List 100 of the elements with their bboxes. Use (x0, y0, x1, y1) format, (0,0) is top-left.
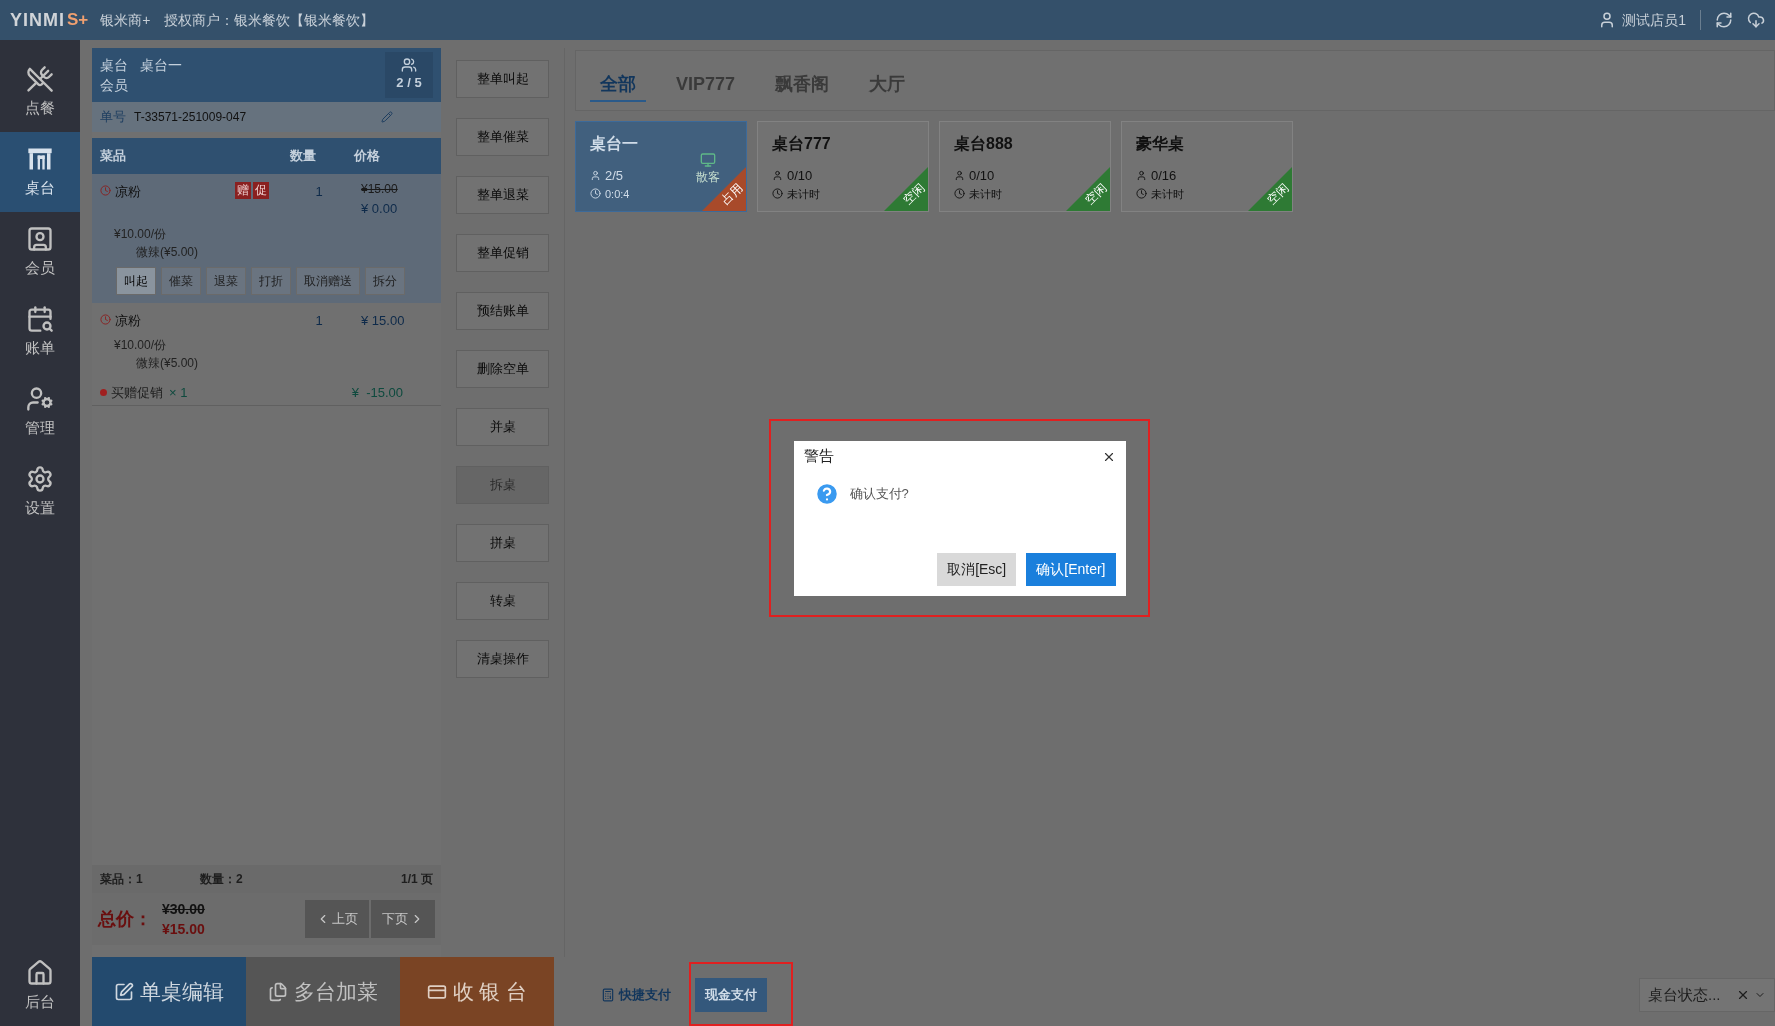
table-card[interactable]: 桌台一 2/5 0:0:4 散客 占用 (575, 121, 747, 212)
member-card-icon (26, 224, 54, 253)
unit-price: ¥10.00/份 (114, 337, 167, 354)
payment-method-button[interactable]: 现金支付 (695, 978, 767, 1012)
order-action-button[interactable]: 预结账单 (456, 292, 549, 330)
order-action-button[interactable]: 整单叫起 (456, 60, 549, 98)
seat-count: 0/16 (1151, 167, 1177, 185)
table-timer: 未计时 (787, 186, 820, 202)
person-icon (954, 170, 965, 182)
pin-icon (100, 389, 107, 396)
logo: YINMI (10, 8, 65, 32)
table-timer: 未计时 (969, 186, 1002, 202)
status-filter-select[interactable]: 桌台状态... (1639, 978, 1775, 1012)
dish-name: 凉粉 (115, 311, 142, 330)
confirm-button[interactable]: 确认[Enter] (1026, 552, 1116, 586)
register-icon (601, 988, 615, 1002)
dish-price: ¥ 0.00 (361, 200, 398, 218)
dish-price: ¥ 15.00 (361, 311, 405, 330)
order-action-button[interactable]: 整单退菜 (456, 176, 549, 214)
sidebar-item[interactable]: 设置 (0, 452, 80, 532)
clock-icon (590, 188, 601, 200)
people-icon (399, 57, 419, 74)
table-card[interactable]: 桌台777 0/10 未计时 空闲 (757, 121, 929, 212)
edit-icon (114, 981, 134, 1002)
order-number-label: 单号 (100, 108, 126, 127)
order-action-button[interactable]: 删除空单 (456, 350, 549, 388)
total-label: 总价： (98, 907, 152, 931)
order-action-button[interactable]: 拼桌 (456, 524, 549, 562)
user-gear-icon (26, 384, 54, 413)
dish-qty: 1 (314, 183, 324, 201)
sidebar-item[interactable]: 后台 (0, 946, 80, 1026)
dish-qty: 1 (314, 311, 324, 330)
column-header: 价格 (354, 147, 380, 166)
merchant-name: 授权商户：银米餐饮【银米餐饮】 (164, 10, 375, 30)
order-item[interactable]: 凉粉 1 ¥ 15.00 ¥10.00/份 微辣(¥5.00) (92, 302, 441, 380)
original-price: ¥15.00 (361, 182, 398, 197)
bottom-action-button[interactable]: 单桌编辑 (92, 957, 246, 1026)
previous-page-button[interactable]: 上页 (305, 900, 369, 938)
dish-option: 微辣(¥5.00) (136, 354, 199, 372)
order-action-button[interactable]: 整单促销 (456, 234, 549, 272)
clock-icon (100, 185, 111, 196)
sidebar-item[interactable]: 管理 (0, 372, 80, 452)
dish-tag: 促 (253, 182, 269, 199)
area-tab[interactable]: 全部 (590, 71, 646, 102)
table-card[interactable]: 桌台888 0/10 未计时 空闲 (939, 121, 1111, 212)
utensils-icon (26, 64, 54, 93)
home-icon (26, 958, 54, 987)
guest-count: 2 / 5 (396, 74, 422, 93)
order-action-button[interactable]: 转桌 (456, 582, 549, 620)
user-name: 测试店员1 (1622, 10, 1686, 30)
calendar-search-icon (26, 304, 54, 333)
table-timer: 未计时 (1151, 186, 1184, 202)
cloud-download-icon[interactable] (1747, 11, 1765, 29)
seat-count: 0/10 (787, 167, 813, 185)
status-label: 空闲 (1263, 179, 1292, 209)
promo-qty: × 1 (169, 383, 188, 402)
bottom-action-button[interactable]: 收 银 台 (400, 957, 554, 1026)
payment-method-button[interactable]: 快捷支付 (591, 978, 681, 1012)
sidebar-item[interactable]: 桌台 (0, 132, 80, 212)
guest-type: 散客 (696, 169, 720, 186)
dish-name: 凉粉 (115, 183, 142, 201)
documents-icon (268, 981, 288, 1002)
bottom-action-button[interactable]: 多台加菜 (246, 957, 400, 1026)
promo-price: ¥ -15.00 (351, 383, 403, 402)
table-name: 桌台888 (954, 134, 1013, 154)
monitor-icon (700, 152, 716, 168)
order-action-button[interactable]: 整单催菜 (456, 118, 549, 156)
member-label: 会员 (100, 76, 128, 95)
logo-mark: S+ (67, 9, 89, 32)
table-name: 桌台777 (772, 134, 831, 154)
table-card[interactable]: 豪华桌 0/16 未计时 空闲 (1121, 121, 1293, 212)
dialog-message: 确认支付? (849, 484, 909, 503)
unit-price: ¥10.00/份 (114, 225, 167, 243)
dish-count: 菜品：1 (100, 871, 144, 888)
cancel-button[interactable]: 取消[Esc] (937, 552, 1017, 586)
settings-icon (26, 464, 54, 493)
sidebar-item[interactable]: 点餐 (0, 52, 80, 132)
next-page-button[interactable]: 下页 (371, 900, 435, 938)
order-action-button[interactable]: 并桌 (456, 408, 549, 446)
clock-icon (1136, 188, 1147, 200)
promo-name: 买赠促销 (111, 383, 163, 402)
sidebar-item[interactable]: 会员 (0, 212, 80, 292)
status-label: 空闲 (899, 179, 928, 209)
clock-icon (772, 188, 783, 200)
table-name: 桌台一 (590, 134, 638, 154)
dish-option: 微辣(¥5.00) (136, 242, 199, 261)
item-action-button[interactable]: 叫起 (116, 266, 156, 295)
person-icon (772, 170, 783, 182)
select-value: 桌台状态... (1648, 984, 1721, 1005)
order-action-button[interactable]: 清桌操作 (456, 640, 549, 678)
page-indicator: 1/1 页 (401, 871, 433, 888)
product-name: 银米商+ (100, 10, 151, 30)
clear-icon[interactable] (1736, 988, 1750, 1002)
dialog-title: 警告 (803, 446, 834, 467)
table-name: 豪华桌 (1136, 134, 1184, 154)
order-number: T-33571-251009-047 (134, 109, 247, 126)
total-original: ¥30.00 (162, 900, 205, 919)
sidebar-item[interactable]: 账单 (0, 292, 80, 372)
person-icon (1136, 170, 1147, 182)
refresh-icon[interactable] (1715, 11, 1733, 29)
